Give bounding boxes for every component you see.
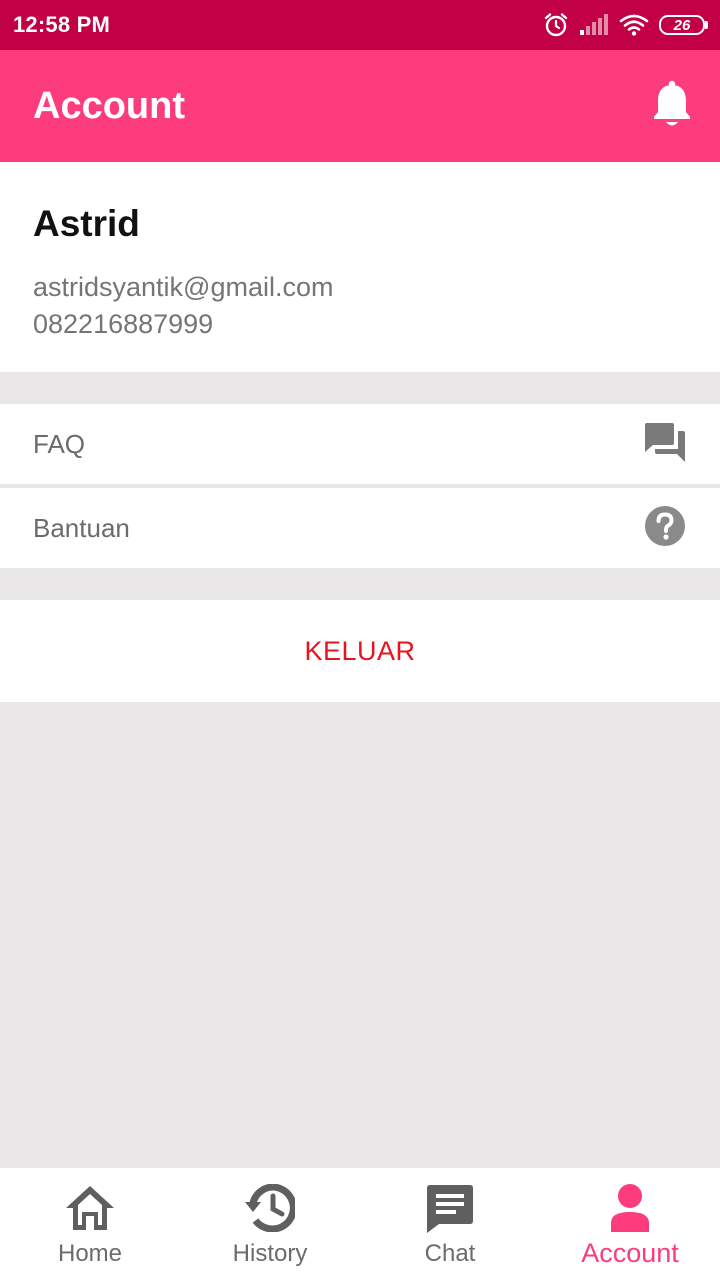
- menu-item-label: FAQ: [33, 428, 86, 459]
- alarm-icon: [543, 12, 569, 38]
- home-icon: [64, 1182, 116, 1234]
- help-circle-icon: [644, 505, 686, 552]
- nav-label: Home: [57, 1240, 123, 1267]
- chat-icon: [424, 1182, 476, 1234]
- nav-item-history[interactable]: History: [180, 1168, 360, 1280]
- nav-item-chat[interactable]: Chat: [360, 1168, 540, 1280]
- profile-card: Astrid astridsyantik@gmail.com 082216887…: [0, 162, 720, 372]
- notification-button[interactable]: [650, 80, 694, 132]
- logout-label: KELUAR: [304, 635, 416, 666]
- menu-item-bantuan[interactable]: Bantuan: [0, 488, 720, 568]
- forum-icon: [644, 422, 686, 467]
- wifi-icon: [619, 14, 649, 36]
- nav-label: Account: [581, 1238, 679, 1268]
- status-time: 12:58 PM: [13, 12, 110, 37]
- nav-item-account[interactable]: Account: [540, 1168, 720, 1280]
- battery-level: 26: [659, 15, 705, 35]
- nav-label: Chat: [424, 1240, 476, 1267]
- nav-label: History: [232, 1240, 308, 1267]
- history-icon: [244, 1182, 296, 1234]
- nav-item-home[interactable]: Home: [0, 1168, 180, 1280]
- bottom-nav: Home History Chat Account: [0, 1168, 720, 1280]
- profile-name: Astrid: [33, 203, 140, 244]
- profile-phone: 082216887999: [33, 309, 214, 339]
- signal-icon: [579, 14, 609, 36]
- status-icons: 26: [543, 12, 708, 38]
- profile-email: astridsyantik@gmail.com: [33, 272, 334, 302]
- account-icon: [604, 1182, 656, 1234]
- app-bar: Account: [0, 50, 720, 162]
- menu-item-label: Bantuan: [33, 512, 130, 543]
- status-bar: 12:58 PM 26: [0, 0, 720, 50]
- menu-item-faq[interactable]: FAQ: [0, 404, 720, 484]
- logout-button[interactable]: KELUAR: [0, 600, 720, 702]
- bell-icon: [652, 80, 692, 133]
- battery-icon: 26: [659, 15, 708, 35]
- page-title: Account: [33, 84, 185, 127]
